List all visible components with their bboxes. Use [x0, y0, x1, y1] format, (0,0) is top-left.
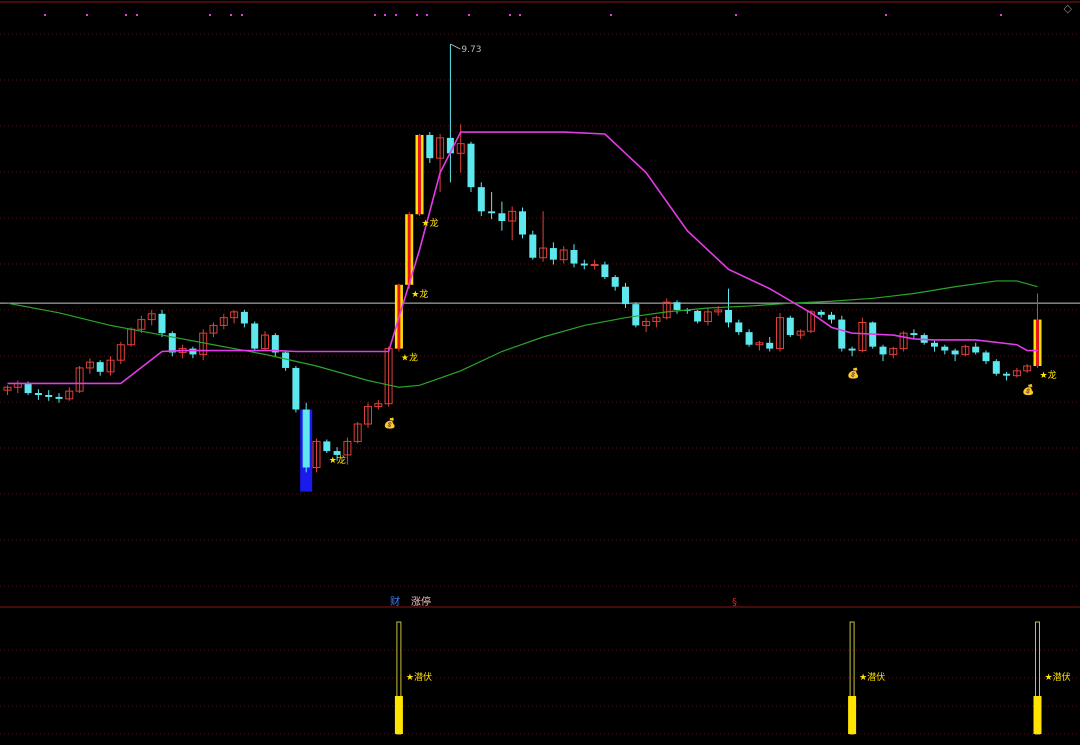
top-dot: [125, 14, 127, 16]
money-bag-icon: 💰: [847, 366, 859, 379]
top-dot: [395, 14, 397, 16]
marker-zhangting: 涨停: [411, 595, 431, 608]
candle-down: [570, 250, 578, 264]
top-dot: [384, 14, 386, 16]
stock-chart: ★龙 ★龙 ★龙 ★龙 ★龙 💰 💰 💰 9.73 财 涨停 § ★潜伏 ★潜伏 ★潜伏 ◇: [0, 0, 1080, 741]
candle-down: [879, 346, 887, 355]
top-dot: [885, 14, 887, 16]
candles: [3, 44, 1042, 492]
qianfu-bar: [1033, 696, 1042, 734]
qianfu-signal-label: ★潜伏: [859, 671, 885, 683]
candle-down: [611, 277, 619, 287]
candle-down: [529, 234, 537, 258]
candle-down: [24, 383, 32, 394]
money-bag-icon: 💰: [384, 417, 396, 430]
candle-down: [519, 211, 526, 235]
candle-down: [735, 322, 743, 333]
candle-down: [601, 264, 609, 278]
candle-down: [972, 346, 980, 353]
candle-down: [992, 361, 1000, 374]
top-dot: [44, 14, 46, 16]
qianfu-bar: [848, 696, 857, 734]
high-marker: 9.73: [450, 43, 481, 55]
candle-down: [694, 310, 702, 322]
signals: ★龙 ★龙 ★龙 ★龙 ★龙 💰 💰 💰: [329, 217, 1057, 466]
dragon-signal-label: ★龙: [401, 352, 418, 364]
candle-down: [477, 187, 485, 212]
candle-down: [158, 313, 166, 334]
candle-down: [333, 451, 341, 455]
marker-s: §: [732, 597, 737, 608]
candle-down: [941, 346, 949, 351]
top-dot: [374, 14, 376, 16]
top-dot: [86, 14, 88, 16]
limit-up-core: [1036, 319, 1039, 366]
candle-down: [766, 342, 774, 349]
candle-down: [725, 309, 732, 323]
candle-down: [848, 348, 856, 351]
candle-down: [580, 263, 588, 266]
qianfu-bar: [394, 696, 403, 734]
top-dot: [136, 14, 138, 16]
candle-down: [96, 362, 104, 372]
candle-down: [910, 333, 918, 336]
qianfu-signal-label: ★潜伏: [406, 671, 432, 683]
candle-down: [302, 409, 310, 468]
chart-svg: ★龙 ★龙 ★龙 ★龙 ★龙 💰 💰 💰 9.73 财 涨停 § ★潜伏 ★潜伏 ★潜伏: [0, 1, 1080, 735]
candle-down: [931, 342, 938, 347]
top-dot: [416, 14, 418, 16]
top-dot: [610, 14, 612, 16]
candle-down: [1003, 373, 1011, 376]
candle-down: [549, 248, 557, 260]
candle-down: [34, 393, 42, 395]
money-bag-icon: 💰: [1022, 383, 1034, 396]
limit-up-core: [418, 134, 421, 215]
candle-up: [590, 264, 599, 266]
qianfu-signal-label: ★潜伏: [1045, 671, 1071, 683]
candle-down: [426, 134, 434, 159]
top-dot: [468, 14, 470, 16]
candle-down: [673, 302, 681, 310]
candle-down: [488, 211, 496, 214]
dragon-signal-label: ★龙: [411, 288, 428, 300]
candle-down: [292, 367, 300, 410]
top-dot: [426, 14, 428, 16]
limit-up-core: [407, 214, 411, 285]
sub-chart: 财 涨停 § ★潜伏 ★潜伏 ★潜伏: [390, 595, 1071, 735]
top-dot: [1000, 14, 1002, 16]
diamond-icon[interactable]: ◇: [1064, 2, 1072, 15]
marker-cai: 财: [390, 595, 400, 608]
candle-down: [632, 304, 640, 326]
grid: [0, 1, 1080, 735]
candle-down: [982, 352, 990, 362]
dragon-signal-label: ★龙: [422, 217, 439, 229]
candle-down: [55, 396, 63, 399]
candle-down: [951, 350, 959, 355]
candle-down: [817, 311, 825, 315]
candle-down: [189, 348, 197, 355]
top-dot: [241, 14, 243, 16]
candle-down: [745, 332, 753, 345]
candle-down: [240, 311, 248, 324]
dragon-signal-label: ★龙: [329, 454, 346, 466]
candle-down: [786, 317, 794, 336]
top-dot: [509, 14, 511, 16]
candle-down: [467, 143, 475, 188]
candle-down: [828, 314, 835, 320]
dragon-signal-label: ★龙: [1040, 369, 1057, 381]
candle-down: [622, 286, 629, 305]
top-dot: [519, 14, 521, 16]
top-dot: [230, 14, 232, 16]
candle-down: [323, 441, 331, 452]
candle-down: [498, 213, 506, 221]
top-dot: [735, 14, 737, 16]
top-dot: [209, 14, 211, 16]
candle-down: [251, 323, 259, 349]
candle-down: [45, 395, 53, 397]
high-pointer-line: [450, 43, 461, 50]
top-dots: [44, 14, 1002, 16]
high-price-label: 9.73: [461, 45, 481, 55]
candle-down: [838, 319, 846, 349]
